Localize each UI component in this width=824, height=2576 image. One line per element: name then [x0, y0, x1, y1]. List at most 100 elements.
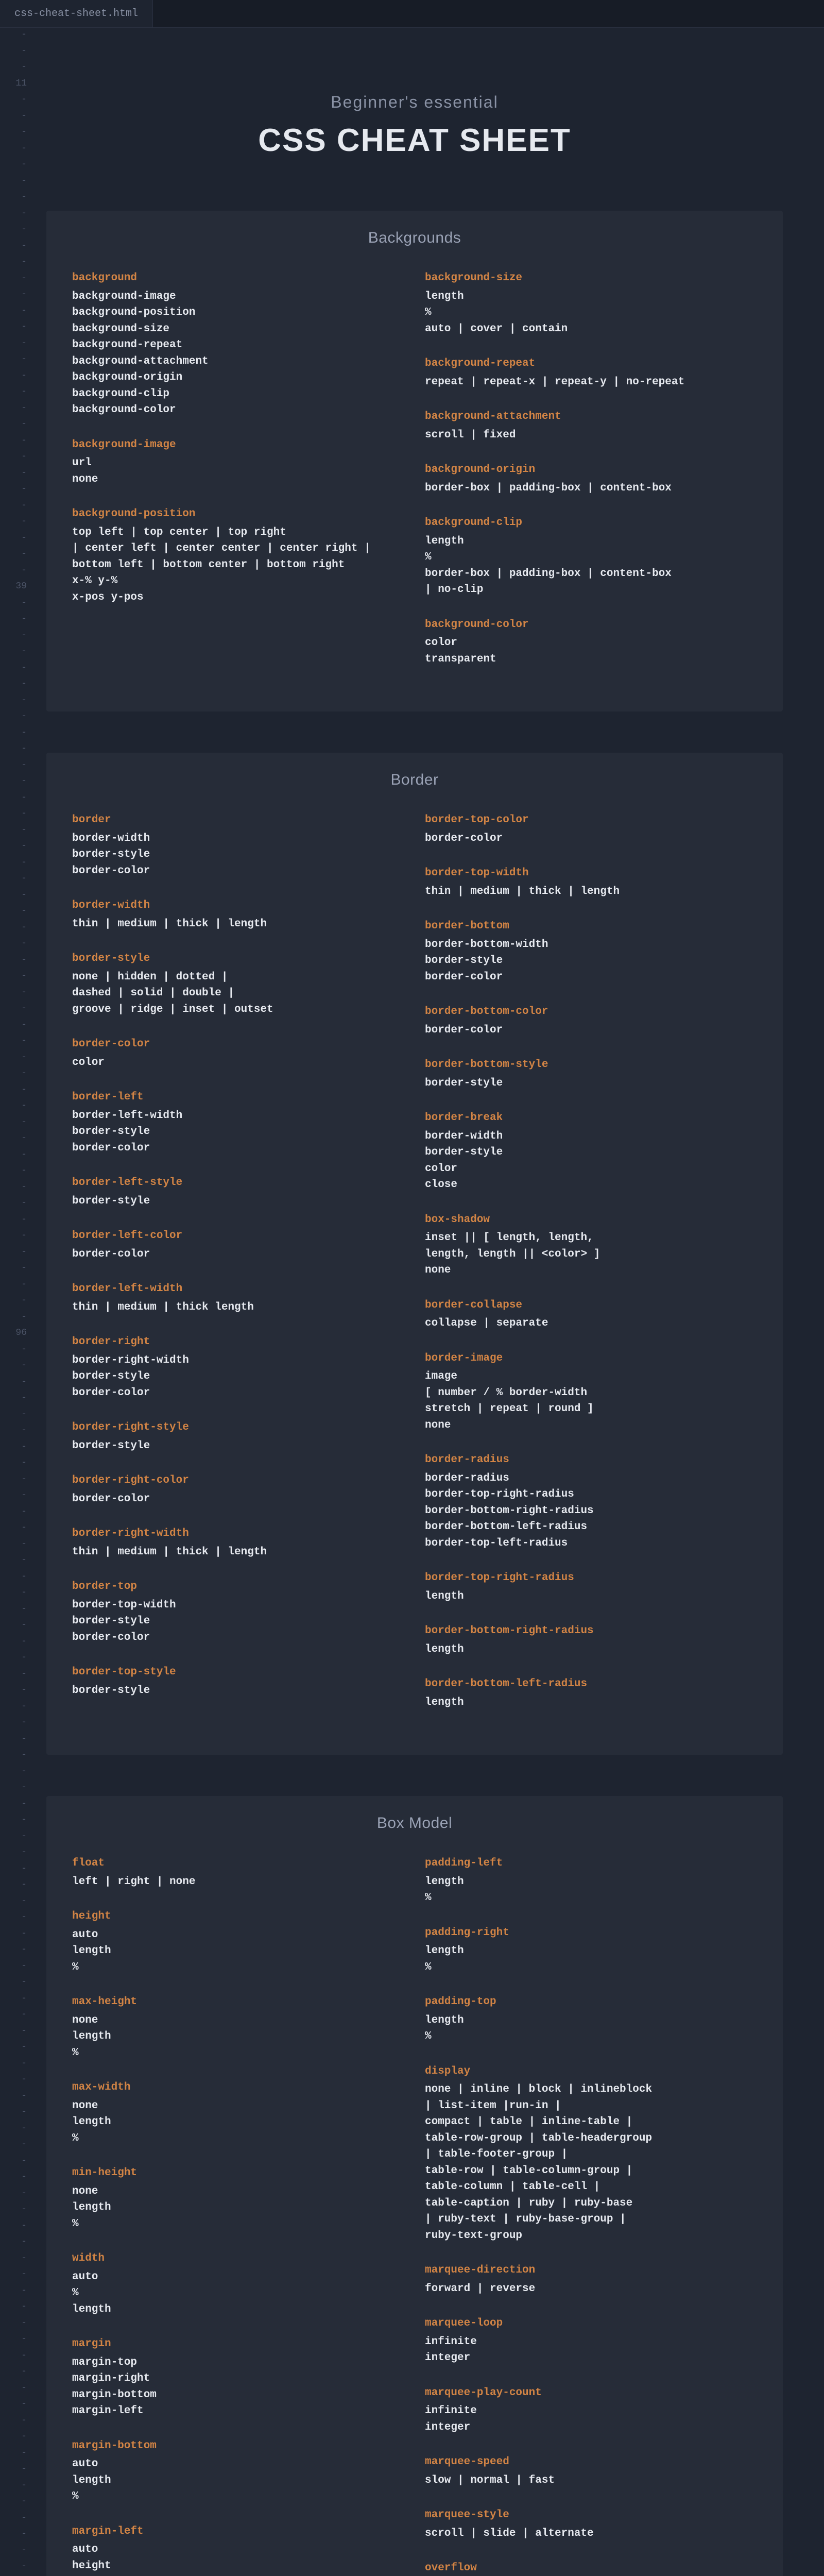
property-value: length: [425, 1874, 757, 1890]
line-number: -: [0, 1570, 27, 1586]
section: Box Modelfloatleft | right | noneheighta…: [46, 1796, 783, 2576]
columns: borderborder-widthborder-styleborder-col…: [46, 812, 783, 1729]
line-number: -: [0, 2187, 27, 2203]
line-number: -: [0, 1245, 27, 1262]
property-value: border-color: [72, 1491, 404, 1507]
line-number: -: [0, 953, 27, 970]
line-number: -: [0, 1537, 27, 1554]
property-value: border-right-width: [72, 1352, 404, 1369]
tab-bar: css-cheat-sheet.html: [0, 0, 824, 28]
property-value: %: [425, 549, 757, 566]
line-number: -: [0, 693, 27, 710]
property-value: margin-top: [72, 2354, 404, 2371]
line-number: -: [0, 1456, 27, 1472]
property-name: border-left-style: [72, 1175, 404, 1191]
line-number: -: [0, 645, 27, 661]
property-name: padding-top: [425, 1994, 757, 2010]
line-number: -: [0, 320, 27, 336]
property-value: x-% y-%: [72, 573, 404, 589]
property-block: border-right-widththin | medium | thick …: [72, 1526, 404, 1560]
columns: floatleft | right | noneheightautolength…: [46, 1855, 783, 2576]
property-block: margin-bottomautolength%: [72, 2438, 404, 2505]
line-number: -: [0, 969, 27, 986]
property-block: widthauto%length: [72, 2250, 404, 2317]
line-number: -: [0, 515, 27, 531]
line-number: -: [0, 726, 27, 742]
line-number: -: [0, 1131, 27, 1148]
line-number: -: [0, 791, 27, 807]
line-number: -: [0, 547, 27, 564]
property-name: background-position: [72, 506, 404, 522]
property-name: border-color: [72, 1036, 404, 1053]
property-name: marquee-speed: [425, 2454, 757, 2470]
line-number: -: [0, 2138, 27, 2154]
property-value: inset || [ length, length,: [425, 1230, 757, 1246]
property-value: infinite: [425, 2403, 757, 2419]
line-number: -: [0, 272, 27, 288]
property-block: border-right-colorborder-color: [72, 1472, 404, 1507]
property-value: border-style: [425, 1075, 757, 1092]
property-block: border-collapsecollapse | separate: [425, 1297, 757, 1332]
line-number: -: [0, 2511, 27, 2528]
property-value: forward | reverse: [425, 2281, 757, 2297]
property-block: background-colorcolortransparent: [425, 617, 757, 668]
property-value: dashed | solid | double |: [72, 985, 404, 1002]
line-number: -: [0, 1732, 27, 1749]
line-number: -: [0, 1813, 27, 1829]
line-number: -: [0, 823, 27, 840]
property-value: border-style: [72, 1613, 404, 1630]
property-value: background-origin: [72, 369, 404, 386]
line-number: -: [0, 1440, 27, 1456]
property-value: color: [425, 635, 757, 651]
property-block: floatleft | right | none: [72, 1855, 404, 1890]
property-value: | ruby-text | ruby-base-group |: [425, 2211, 757, 2228]
line-number: -: [0, 1521, 27, 1537]
line-number: -: [0, 2397, 27, 2414]
property-block: border-top-widththin | medium | thick | …: [425, 865, 757, 900]
property-value: compact | table | inline-table |: [425, 2114, 757, 2130]
property-value: %: [72, 2216, 404, 2232]
property-value: x-pos y-pos: [72, 589, 404, 606]
property-name: margin-bottom: [72, 2438, 404, 2454]
line-number: -: [0, 60, 27, 77]
property-name: margin: [72, 2336, 404, 2352]
file-tab[interactable]: css-cheat-sheet.html: [0, 0, 153, 27]
property-value: border-style: [425, 953, 757, 969]
line-number: -: [0, 2446, 27, 2463]
property-value: length: [425, 533, 757, 550]
line-number: -: [0, 2430, 27, 2446]
line-number: -: [0, 1716, 27, 1732]
line-number: -: [0, 1343, 27, 1359]
line-number: -: [0, 2024, 27, 2041]
line-number: -: [0, 921, 27, 937]
line-number: -: [0, 1278, 27, 1294]
line-number: -: [0, 223, 27, 239]
property-name: background-origin: [425, 462, 757, 478]
property-block: marginmargin-topmargin-rightmargin-botto…: [72, 2336, 404, 2419]
property-block: border-imageimage[ number / % border-wid…: [425, 1350, 757, 1434]
line-number: -: [0, 839, 27, 856]
property-value: %: [72, 2488, 404, 2505]
line-number: -: [0, 2544, 27, 2560]
property-block: marquee-play-countinfiniteinteger: [425, 2385, 757, 2436]
line-number: -: [0, 2365, 27, 2381]
line-number: -: [0, 2267, 27, 2284]
property-value: border-style: [72, 846, 404, 863]
property-name: padding-left: [425, 1855, 757, 1872]
property-name: background-color: [425, 617, 757, 633]
line-number: -: [0, 1878, 27, 1894]
line-number: -: [0, 28, 27, 44]
line-number: -: [0, 742, 27, 758]
line-number: -: [0, 2105, 27, 2122]
property-value: length: [425, 2012, 757, 2029]
property-name: border-bottom: [425, 918, 757, 935]
property-block: marquee-loopinfiniteinteger: [425, 2315, 757, 2366]
property-name: box-shadow: [425, 1212, 757, 1228]
line-number: -: [0, 2349, 27, 2365]
property-value: border-color: [72, 1246, 404, 1263]
property-block: padding-rightlength%: [425, 1925, 757, 1976]
property-name: border-bottom-right-radius: [425, 1623, 757, 1639]
property-value: border-color: [72, 1630, 404, 1646]
property-block: border-top-colorborder-color: [425, 812, 757, 846]
property-value: length: [425, 1588, 757, 1605]
